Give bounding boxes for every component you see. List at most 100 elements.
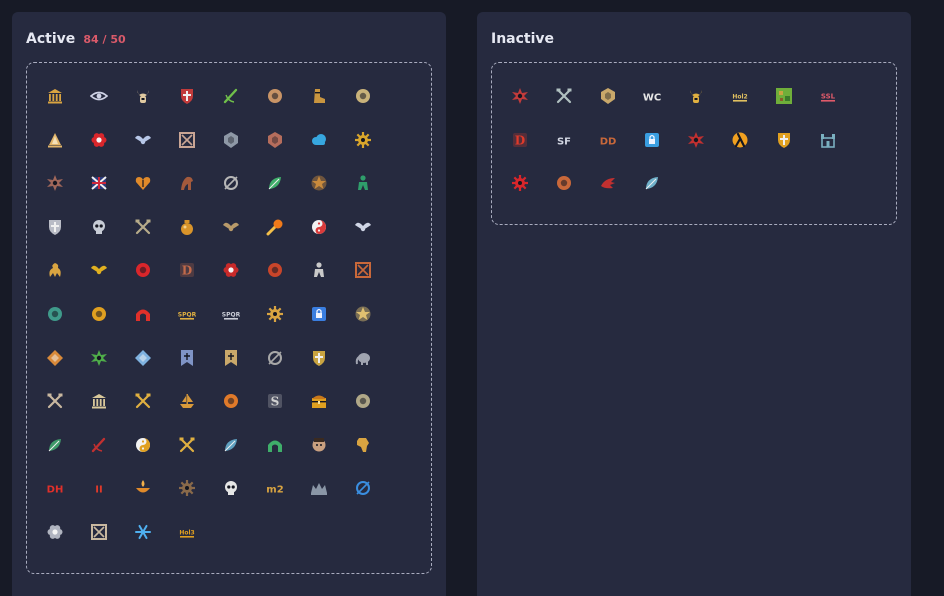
knight-sword-icon[interactable] (310, 261, 354, 305)
red-rose-icon[interactable] (222, 261, 266, 305)
yin-yang-icon[interactable] (134, 436, 178, 480)
flame-shield-icon[interactable] (775, 131, 819, 175)
dragon-icon[interactable] (46, 261, 90, 305)
demon-face-icon[interactable] (266, 261, 310, 305)
chevron-shield-icon[interactable] (46, 218, 90, 262)
gold-gear-icon[interactable] (354, 131, 398, 175)
red-d-icon[interactable]: D (511, 131, 555, 175)
teal-castle-icon[interactable] (819, 131, 863, 175)
blue-cloud-icon[interactable] (310, 131, 354, 175)
africa-map-icon[interactable] (354, 436, 398, 480)
blue-feather-icon[interactable] (643, 174, 687, 218)
inactive-drop-zone[interactable]: WC Hol2 SSL D SF DD (491, 62, 897, 225)
gold-bee-icon[interactable] (90, 261, 134, 305)
silver-lotus-icon[interactable] (46, 523, 90, 567)
diablo-ii-icon[interactable]: II (90, 479, 134, 523)
orange-helmet-icon[interactable] (222, 392, 266, 436)
crossed-hammers-icon[interactable] (46, 392, 90, 436)
gold-helm-icon[interactable] (687, 87, 731, 131)
red-beast-icon[interactable] (687, 131, 731, 175)
green-dragon-icon[interactable] (46, 436, 90, 480)
dd-logo-icon[interactable]: DD (599, 131, 643, 175)
red-scythe-icon[interactable] (90, 436, 134, 480)
ssl-flag-icon[interactable]: SSL (819, 87, 863, 131)
fist-icon[interactable] (266, 87, 310, 131)
wc-logo-icon[interactable]: WC (643, 87, 687, 131)
green-feather-icon[interactable] (266, 174, 310, 218)
treasure-chest-icon[interactable] (310, 392, 354, 436)
elephant-icon[interactable] (354, 349, 398, 393)
blue-ring-sword-icon[interactable] (354, 479, 398, 523)
dark-horse-icon[interactable] (178, 174, 222, 218)
pantheon-icon[interactable] (46, 87, 90, 131)
cross-pick-icon[interactable] (134, 392, 178, 436)
dh-logo-icon[interactable]: DH (46, 479, 90, 523)
spiral-icon[interactable] (266, 349, 310, 393)
swirl-disc-icon[interactable] (555, 174, 599, 218)
flame-rune-icon[interactable] (90, 305, 134, 349)
dual-frame-icon[interactable] (90, 523, 134, 567)
dragon-claw-icon[interactable] (599, 174, 643, 218)
green-figure-icon[interactable] (354, 174, 398, 218)
moon-icon[interactable] (354, 392, 398, 436)
boot-icon[interactable] (310, 87, 354, 131)
red-cross-shield-icon[interactable] (178, 87, 222, 131)
active-drop-zone[interactable]: D SPQR SPQR S DH II m2 Hol3 (26, 62, 432, 574)
gold-pot-icon[interactable] (178, 218, 222, 262)
fireball-icon[interactable] (266, 218, 310, 262)
compass-disc-icon[interactable] (354, 87, 398, 131)
red-arch-icon[interactable] (134, 305, 178, 349)
red-black-circle-icon[interactable] (134, 261, 178, 305)
yin-sword-icon[interactable] (310, 218, 354, 262)
eye-icon[interactable] (90, 87, 134, 131)
teal-orb-icon[interactable] (46, 305, 90, 349)
hol2-logo-icon[interactable]: Hol2 (731, 87, 775, 131)
red-cog-icon[interactable] (511, 174, 555, 218)
mask-face-icon[interactable] (310, 436, 354, 480)
ship-icon[interactable] (178, 392, 222, 436)
skull-crossbones-icon[interactable] (222, 479, 266, 523)
blue-green-feather-icon[interactable] (222, 436, 266, 480)
crossed-axes-icon[interactable] (134, 218, 178, 262)
chaos-star-icon[interactable] (46, 174, 90, 218)
star-runner-icon[interactable] (354, 305, 398, 349)
red-banner-icon[interactable] (354, 261, 398, 305)
flame-bowl-icon[interactable] (134, 479, 178, 523)
hol3-logo-icon[interactable]: Hol3 (178, 523, 222, 567)
blue-banner-icon[interactable] (178, 349, 222, 393)
crossed-blades-icon[interactable] (555, 87, 599, 131)
bird-wings-icon[interactable] (134, 131, 178, 175)
blue-lock-icon[interactable] (310, 305, 354, 349)
wreath-shield-icon[interactable] (310, 349, 354, 393)
bank-icon[interactable] (90, 392, 134, 436)
sail-icon[interactable] (46, 131, 90, 175)
cross-swords-icon[interactable] (178, 436, 222, 480)
gold-banner-icon[interactable] (222, 349, 266, 393)
skull-helmet-icon[interactable] (90, 218, 134, 262)
winged-helm-icon[interactable] (354, 218, 398, 262)
horned-helm-icon[interactable] (134, 87, 178, 131)
red-flower-icon[interactable] (90, 131, 134, 175)
bat-sword-icon[interactable] (222, 218, 266, 262)
bronze-compass-icon[interactable] (178, 479, 222, 523)
union-flag-icon[interactable] (90, 174, 134, 218)
orange-diamond-icon[interactable] (46, 349, 90, 393)
pixel-map-icon[interactable] (775, 87, 819, 131)
half-life-icon[interactable] (731, 131, 775, 175)
star-medal-icon[interactable] (310, 174, 354, 218)
s-rune-icon[interactable]: S (266, 392, 310, 436)
d-rune-icon[interactable]: D (178, 261, 222, 305)
sf-logo-icon[interactable]: SF (555, 131, 599, 175)
green-sword-icon[interactable] (222, 87, 266, 131)
gold-crest-icon[interactable] (599, 87, 643, 131)
chaos-wheel-icon[interactable] (511, 87, 555, 131)
gray-shield-icon[interactable] (222, 131, 266, 175)
spqr-eagle-icon[interactable]: SPQR (178, 305, 222, 349)
green-leaf-star-icon[interactable] (90, 349, 134, 393)
red-crest-icon[interactable] (266, 131, 310, 175)
green-arch-icon[interactable] (266, 436, 310, 480)
m2-logo-icon[interactable]: m2 (266, 479, 310, 523)
orange-heart-icon[interactable] (134, 174, 178, 218)
sun-compass-icon[interactable] (266, 305, 310, 349)
snowflake-icon[interactable] (134, 523, 178, 567)
